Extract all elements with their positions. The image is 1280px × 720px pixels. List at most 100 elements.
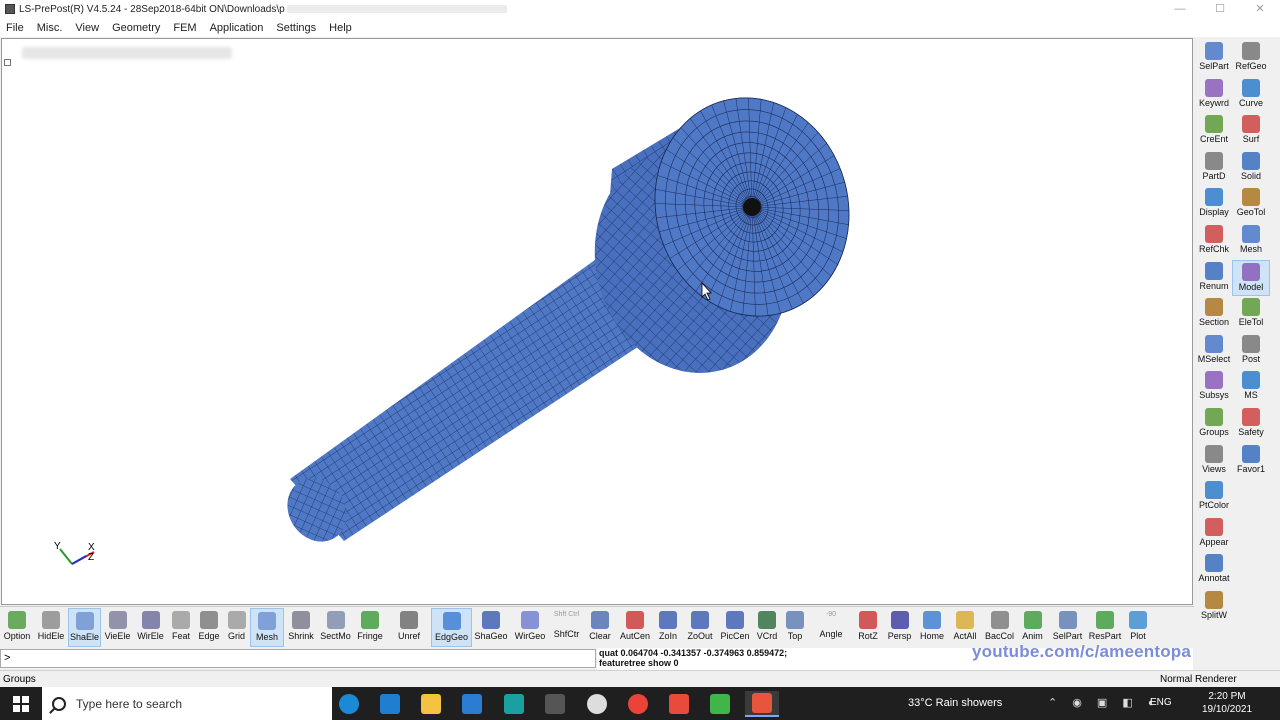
panel-button-label: Annotat: [1198, 573, 1230, 584]
panel-button-ptcolor[interactable]: PtColor: [1195, 479, 1233, 515]
panel-button-refchk[interactable]: RefChk: [1195, 223, 1233, 259]
panel-button-geotol[interactable]: GeoTol: [1232, 186, 1270, 222]
toolbar-button-wirgeo[interactable]: WirGeo: [510, 608, 550, 647]
toolbar-button-label: WirEle: [137, 631, 164, 641]
panel-button-groups[interactable]: Groups: [1195, 406, 1233, 442]
panel-button-creent[interactable]: CreEnt: [1195, 113, 1233, 149]
menu-file[interactable]: File: [6, 22, 24, 34]
menu-application[interactable]: Application: [210, 22, 264, 34]
taskbar-recorder-icon[interactable]: [745, 691, 779, 717]
panel-button-renum[interactable]: Renum: [1195, 260, 1233, 296]
panel-button-section[interactable]: Section: [1195, 296, 1233, 332]
panel-button-label: Section: [1198, 317, 1230, 328]
toolbar-button-shageo[interactable]: ShaGeo: [472, 608, 510, 647]
close-button[interactable]: ✕: [1240, 0, 1280, 18]
command-input[interactable]: >: [0, 649, 596, 668]
panel-button-ms[interactable]: MS: [1232, 369, 1270, 405]
minimize-button[interactable]: —: [1160, 0, 1200, 18]
panel-button-keywrd[interactable]: Keywrd: [1195, 77, 1233, 113]
toolbar-button-sectmo[interactable]: SectMo: [318, 608, 353, 647]
taskbar-mail-icon[interactable]: [455, 691, 489, 717]
panel-button-solid[interactable]: Solid: [1232, 150, 1270, 186]
panel-button-post[interactable]: Post: [1232, 333, 1270, 369]
shaded-geometry-icon: [482, 611, 500, 629]
section-icon: [1205, 298, 1223, 317]
taskbar-edge-icon[interactable]: [332, 691, 366, 717]
taskbar-search[interactable]: Type here to search: [42, 687, 332, 720]
panel-button-mesh[interactable]: Mesh: [1232, 223, 1270, 259]
toolbar-button-wirele[interactable]: WirEle: [134, 608, 167, 647]
toolbar-button-persp[interactable]: Persp: [883, 608, 916, 647]
menu-fem[interactable]: FEM: [173, 22, 196, 34]
menu-geometry[interactable]: Geometry: [112, 22, 160, 34]
clock[interactable]: 2:20 PM 19/10/2021: [1196, 690, 1258, 716]
panel-button-mselect[interactable]: MSelect: [1195, 333, 1233, 369]
taskbar-chrome-icon[interactable]: [621, 691, 655, 717]
panel-button-safety[interactable]: Safety: [1232, 406, 1270, 442]
panel-button-curve[interactable]: Curve: [1232, 77, 1270, 113]
panel-button-display[interactable]: Display: [1195, 186, 1233, 222]
panel-button-subsys[interactable]: Subsys: [1195, 369, 1233, 405]
menu-misc[interactable]: Misc.: [37, 22, 63, 34]
toolbar-button-shrink[interactable]: Shrink: [284, 608, 318, 647]
taskbar-paint-icon[interactable]: [580, 691, 614, 717]
panel-button-appear[interactable]: Appear: [1195, 516, 1233, 552]
panel-button-refgeo[interactable]: RefGeo: [1232, 40, 1270, 76]
language-indicator[interactable]: ENG: [1150, 697, 1172, 708]
taskbar-explorer-icon[interactable]: [414, 691, 448, 717]
toolbar-button-piccen[interactable]: PicCen: [717, 608, 753, 647]
toolbar-button-grid[interactable]: Grid: [223, 608, 250, 647]
search-placeholder: Type here to search: [76, 696, 183, 711]
toolbar-button-home[interactable]: Home: [916, 608, 948, 647]
toolbar-button-clear[interactable]: Clear: [583, 608, 617, 647]
toolbar-button-vcrd[interactable]: VCrd: [753, 608, 781, 647]
panel-button-partd[interactable]: PartD: [1195, 150, 1233, 186]
taskbar-prepost-icon[interactable]: [538, 691, 572, 717]
bolt-mesh-model[interactable]: Y X Z: [2, 39, 1193, 605]
edge-geometry-icon: [442, 612, 461, 630]
graphics-viewport[interactable]: Y X Z: [1, 38, 1193, 605]
menu-settings[interactable]: Settings: [276, 22, 316, 34]
panel-button-selpart[interactable]: SelPart: [1195, 40, 1233, 76]
toolbar-button-zoin[interactable]: ZoIn: [653, 608, 683, 647]
panel-button-eletol[interactable]: EleTol: [1232, 296, 1270, 332]
panel-button-views[interactable]: Views: [1195, 443, 1233, 479]
panel-button-splitw[interactable]: SplitW: [1195, 589, 1233, 625]
maximize-button[interactable]: ☐: [1200, 0, 1240, 18]
taskbar-app-icon[interactable]: [497, 691, 531, 717]
panel-button-annotat[interactable]: Annotat: [1195, 552, 1233, 588]
start-button[interactable]: [0, 687, 42, 720]
panel-button-model[interactable]: Model: [1232, 259, 1270, 296]
menu-help[interactable]: Help: [329, 22, 352, 34]
toolbar-button-shfctr[interactable]: Shft Ctrl ShfCtr: [550, 608, 583, 647]
split-window-icon: [1205, 591, 1223, 609]
toolbar-button-top[interactable]: Top: [781, 608, 809, 647]
toolbar-button-autcen[interactable]: AutCen: [617, 608, 653, 647]
toolbar-button-label: ShaGeo: [474, 631, 508, 641]
toolbar-button-vieele[interactable]: VieEle: [101, 608, 134, 647]
toolbar-button-feat[interactable]: Feat: [167, 608, 195, 647]
toolbar-button-shaele[interactable]: ShaEle: [68, 608, 101, 647]
toolbar-button-option[interactable]: Option: [0, 608, 34, 647]
weather-widget[interactable]: 33°C Rain showers: [908, 697, 1002, 709]
panel-button-label: GeoTol: [1236, 207, 1266, 218]
toolbar-button-label: ZoOut: [687, 631, 713, 641]
taskbar-camtasia-icon[interactable]: [703, 691, 737, 717]
toolbar-button-zoout[interactable]: ZoOut: [683, 608, 717, 647]
menu-view[interactable]: View: [75, 22, 99, 34]
panel-button-favor1[interactable]: Favor1: [1232, 443, 1270, 479]
toolbar-button-hidele[interactable]: HidEle: [34, 608, 68, 647]
toolbar-button-unref[interactable]: Unref: [387, 608, 431, 647]
taskbar-lsprepost-icon[interactable]: [373, 691, 407, 717]
toolbar-button-edge[interactable]: Edge: [195, 608, 223, 647]
animate-icon: [1023, 611, 1042, 629]
panel-button-surf[interactable]: Surf: [1232, 113, 1270, 149]
taskbar-media-icon[interactable]: [662, 691, 696, 717]
toolbar-button-edggeo[interactable]: EdgGeo: [431, 608, 472, 647]
annotation-icon: [1205, 554, 1223, 573]
toolbar-button-mesh[interactable]: Mesh: [250, 608, 284, 647]
toolbar-button-fringe[interactable]: Fringe: [353, 608, 387, 647]
tray-icons[interactable]: ⌃ ◉ ▣ ◧ ◐: [1048, 696, 1160, 709]
toolbar-button-rotz[interactable]: RotZ: [853, 608, 883, 647]
toolbar-button-angle[interactable]: -90 Angle: [809, 608, 853, 647]
